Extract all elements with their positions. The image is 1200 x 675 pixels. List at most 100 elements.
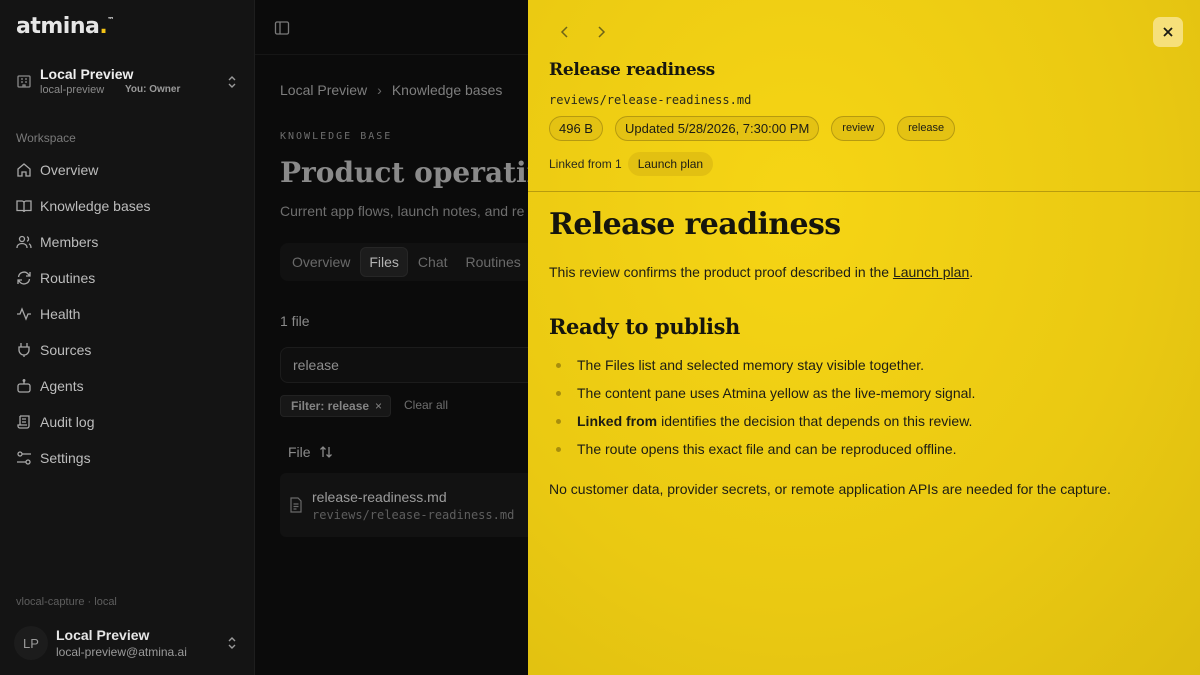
tag-review[interactable]: review: [831, 115, 886, 141]
sidebar-item-audit-log[interactable]: Audit log: [16, 404, 240, 440]
list-item: Linked from identifies the decision that …: [549, 407, 1169, 435]
sidebar-item-label: Sources: [40, 342, 92, 358]
doc-text: This review confirms the product proof d…: [549, 264, 893, 280]
drawer-file-path: reviews/release-readiness.md: [549, 93, 752, 107]
breadcrumb-org[interactable]: Local Preview: [280, 82, 367, 98]
list-item-text: identifies the decision that depends on …: [661, 413, 973, 429]
file-drawer: Release readiness reviews/release-readin…: [528, 0, 1200, 675]
sidebar-item-label: Health: [40, 306, 81, 322]
file-path: reviews/release-readiness.md: [312, 508, 515, 522]
meta-row: 496 B Updated 5/28/2026, 7:30:00 PM revi…: [549, 115, 967, 141]
breadcrumb-knowledge-bases[interactable]: Knowledge bases: [392, 82, 503, 98]
tab-chat[interactable]: Chat: [410, 248, 456, 276]
filter-chip-label: Filter: release: [291, 399, 370, 413]
org-role-badge: You: Owner: [125, 84, 181, 95]
user-email: local-preview@atmina.ai: [56, 645, 187, 659]
page-subtitle: Current app flows, launch notes, and re: [280, 203, 525, 219]
linked-from: Linked from 1 Launch plan: [549, 152, 714, 176]
close-icon: [1163, 27, 1173, 37]
drawer-title: Release readiness: [549, 60, 715, 80]
chevron-right-icon[interactable]: [593, 24, 609, 40]
sidebar-item-members[interactable]: Members: [16, 224, 240, 260]
file-column-label: File: [288, 444, 311, 460]
logo-text: atmina: [16, 14, 100, 39]
avatar: LP: [14, 626, 48, 660]
sidebar-item-label: Members: [40, 234, 99, 250]
file-icon: [290, 497, 302, 513]
linked-doc-chip[interactable]: Launch plan: [627, 152, 714, 176]
file-column-header[interactable]: File: [288, 444, 333, 460]
sidebar-item-routines[interactable]: Routines: [16, 260, 240, 296]
chevron-updown-icon: [228, 637, 236, 649]
bot-icon: [17, 379, 31, 393]
sidebar-item-label: Settings: [40, 450, 91, 466]
close-icon[interactable]: ×: [375, 399, 382, 413]
tab-overview[interactable]: Overview: [284, 248, 358, 276]
sidebar-item-label: Overview: [40, 162, 99, 178]
user-name: Local Preview: [56, 627, 150, 643]
tag-release[interactable]: release: [897, 115, 956, 141]
logo-trademark: ™: [107, 16, 114, 24]
doc-subheading: Ready to publish: [549, 314, 740, 339]
updated-badge: Updated 5/28/2026, 7:30:00 PM: [614, 115, 820, 141]
building-icon: [17, 75, 31, 88]
tab-files[interactable]: Files: [360, 247, 408, 277]
drawer-content: Release readiness reviews/release-readin…: [528, 0, 1200, 675]
sidebar-item-sources[interactable]: Sources: [16, 332, 240, 368]
sidebar-item-label: Audit log: [40, 414, 95, 430]
logo[interactable]: atmina.™: [16, 14, 114, 39]
doc-list: The Files list and selected memory stay …: [549, 351, 1169, 463]
app-root: atmina.™ Local Preview local-preview You…: [0, 0, 1200, 675]
sidebar-item-label: Routines: [40, 270, 96, 286]
list-item-text: The route opens this exact file and can …: [577, 441, 957, 457]
doc-text: .: [969, 264, 974, 280]
tab-routines[interactable]: Routines: [458, 248, 529, 276]
page-title: Product operating: [280, 156, 567, 189]
linked-from-label: Linked from 1: [549, 157, 622, 171]
list-item-text: The content pane uses Atmina yellow as t…: [577, 385, 976, 401]
sort-icon: [319, 446, 332, 458]
activity-icon: [17, 307, 31, 321]
sidebar-item-label: Knowledge bases: [40, 198, 151, 214]
clear-all-button[interactable]: Clear all: [404, 398, 448, 412]
sidebar-toggle-icon[interactable]: [274, 20, 290, 36]
sidebar: atmina.™ Local Preview local-preview You…: [0, 0, 255, 675]
org-switcher[interactable]: Local Preview local-preview You: Owner: [16, 64, 240, 104]
close-button[interactable]: [1153, 17, 1183, 47]
version-label: vlocal-capture · local: [16, 596, 117, 608]
filter-chip[interactable]: Filter: release ×: [280, 395, 392, 417]
user-menu[interactable]: LP Local Preview local-preview@atmina.ai: [14, 624, 242, 664]
list-item-bold: Linked from: [577, 413, 658, 429]
sidebar-section-label: Workspace: [16, 131, 76, 145]
doc-paragraph: This review confirms the product proof d…: [549, 264, 973, 280]
book-icon: [16, 200, 32, 213]
list-item: The content pane uses Atmina yellow as t…: [549, 379, 1169, 407]
home-icon: [17, 163, 31, 177]
breadcrumb: Local Preview › Knowledge bases: [280, 82, 502, 98]
sidebar-item-label: Agents: [40, 378, 84, 394]
refresh-icon: [17, 271, 31, 285]
sidebar-item-knowledge-bases[interactable]: Knowledge bases: [16, 188, 240, 224]
chevron-left-icon[interactable]: [557, 24, 573, 40]
list-item: The route opens this exact file and can …: [549, 435, 1169, 463]
sidebar-nav: Overview Knowledge bases Members Routine…: [16, 152, 240, 476]
divider: [528, 191, 1200, 192]
sliders-icon: [17, 451, 31, 465]
chevron-updown-icon: [228, 76, 236, 88]
doc-heading: Release readiness: [549, 207, 841, 242]
sidebar-item-agents[interactable]: Agents: [16, 368, 240, 404]
file-size-badge: 496 B: [549, 115, 603, 141]
sidebar-item-overview[interactable]: Overview: [16, 152, 240, 188]
list-item-text: The Files list and selected memory stay …: [577, 357, 925, 373]
chevron-right-icon: ›: [377, 82, 382, 98]
launch-plan-link[interactable]: Launch plan: [893, 264, 969, 280]
doc-paragraph: No customer data, provider secrets, or r…: [549, 481, 1111, 497]
file-name: release-readiness.md: [312, 489, 447, 505]
page-kicker: KNOWLEDGE BASE: [280, 131, 393, 142]
org-slug: local-preview: [40, 84, 105, 96]
scroll-icon: [17, 415, 30, 429]
sidebar-item-health[interactable]: Health: [16, 296, 240, 332]
plug-icon: [18, 343, 30, 357]
sidebar-item-settings[interactable]: Settings: [16, 440, 240, 476]
org-name: Local Preview: [40, 66, 134, 82]
